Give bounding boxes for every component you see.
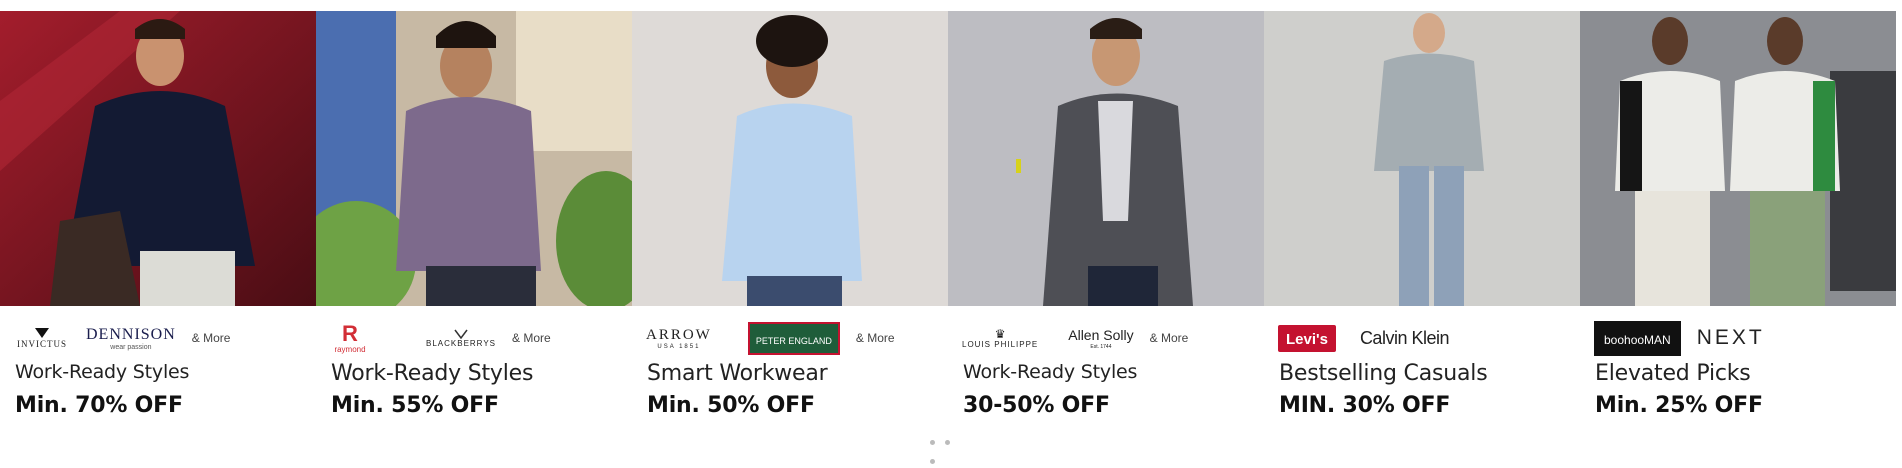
carousel-pagination[interactable] xyxy=(930,430,970,464)
brand-logo-raymond: R raymond xyxy=(334,320,366,354)
more-brands-link[interactable]: & More xyxy=(1150,331,1189,345)
card-offer: Min. 55% OFF xyxy=(331,393,499,418)
product-image-6[interactable] xyxy=(1580,11,1896,306)
brand-logo-arrow: ARROW USA 1851 xyxy=(646,326,712,350)
product-image-4[interactable] xyxy=(948,11,1264,306)
brand-logo-calvin-klein: Calvin Klein xyxy=(1359,327,1450,348)
offer-card-2[interactable]: R raymond BLACKBERRYS & More Work-Ready … xyxy=(316,11,632,431)
brand-logos-1: INVICTUS DENNISON wear passion & More xyxy=(14,316,304,360)
brand-logo-next: NEXT xyxy=(1696,326,1765,349)
offer-card-1[interactable]: INVICTUS DENNISON wear passion & More Wo… xyxy=(0,11,316,431)
more-brands-link[interactable]: & More xyxy=(192,331,231,345)
brand-logo-dennison: DENNISON wear passion xyxy=(86,325,176,351)
offer-card-4[interactable]: ♛ LOUIS PHILIPPE Allen Solly Est. 1744 &… xyxy=(948,11,1264,431)
brand-logo-invictus: INVICTUS xyxy=(14,327,70,349)
offer-card-3[interactable]: ARROW USA 1851 PETER ENGLAND & More Smar… xyxy=(632,11,948,431)
card-title: Work-Ready Styles xyxy=(15,361,190,383)
brand-logo-louis-philippe: ♛ LOUIS PHILIPPE xyxy=(962,326,1039,349)
more-brands-link[interactable]: & More xyxy=(856,331,895,345)
brand-logos-5: Levi's Calvin Klein xyxy=(1278,316,1568,360)
offer-card-6[interactable]: boohooMAN NEXT Elevated Picks Min. 25% O… xyxy=(1580,11,1896,431)
brand-logo-levis: Levi's xyxy=(1278,324,1336,352)
product-image-1[interactable] xyxy=(0,11,316,306)
card-offer: Min. 25% OFF xyxy=(1595,393,1763,418)
brand-logo-allen-solly: Allen Solly Est. 1744 xyxy=(1068,327,1134,350)
card-offer: MIN. 30% OFF xyxy=(1279,393,1451,418)
brand-logos-3: ARROW USA 1851 PETER ENGLAND & More xyxy=(646,316,936,360)
brand-logos-6: boohooMAN NEXT xyxy=(1594,316,1884,360)
pagination-dot[interactable] xyxy=(930,440,935,445)
brand-logo-blackberrys: BLACKBERRYS xyxy=(426,329,496,348)
product-image-3[interactable] xyxy=(632,11,948,306)
more-brands-link[interactable]: & More xyxy=(512,331,551,345)
brand-logo-peter-england: PETER ENGLAND xyxy=(747,321,840,355)
brand-logos-2: R raymond BLACKBERRYS & More xyxy=(330,316,620,360)
product-image-2[interactable] xyxy=(316,11,632,306)
pagination-dot[interactable] xyxy=(930,459,935,464)
card-title: Elevated Picks xyxy=(1595,361,1751,386)
crown-icon: ♛ xyxy=(994,326,1006,341)
card-offer: 30-50% OFF xyxy=(963,393,1110,418)
card-title: Smart Workwear xyxy=(647,361,828,386)
card-title: Bestselling Casuals xyxy=(1279,361,1488,386)
offers-carousel-row: INVICTUS DENNISON wear passion & More Wo… xyxy=(0,0,1902,464)
product-image-5[interactable] xyxy=(1264,11,1580,306)
brand-logo-boohooman: boohooMAN xyxy=(1594,320,1681,356)
offer-card-5[interactable]: Levi's Calvin Klein Bestselling Casuals … xyxy=(1264,11,1580,431)
card-title: Work-Ready Styles xyxy=(331,361,534,386)
card-offer: Min. 50% OFF xyxy=(647,393,815,418)
pagination-dot[interactable] xyxy=(945,440,951,445)
brand-logos-4: ♛ LOUIS PHILIPPE Allen Solly Est. 1744 &… xyxy=(962,316,1252,360)
card-title: Work-Ready Styles xyxy=(963,361,1138,383)
card-offer: Min. 70% OFF xyxy=(15,393,183,418)
